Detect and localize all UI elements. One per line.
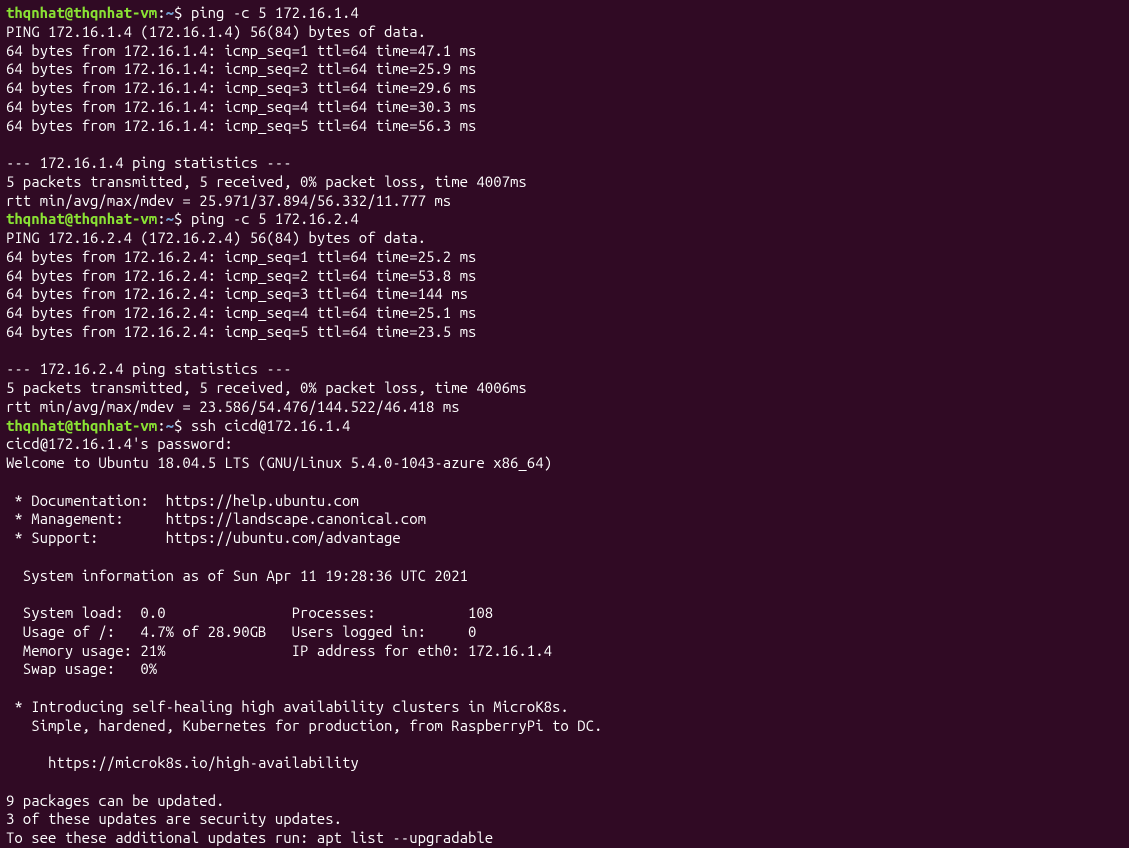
ssh-output-line: Welcome to Ubuntu 18.04.5 LTS (GNU/Linux… xyxy=(6,454,1123,473)
ping-output-line: 64 bytes from 172.16.1.4: icmp_seq=5 ttl… xyxy=(6,117,1123,136)
prompt-dollar: $ xyxy=(174,417,191,434)
prompt-path: ~ xyxy=(166,417,174,434)
ping-output-line: 64 bytes from 172.16.2.4: icmp_seq=2 ttl… xyxy=(6,267,1123,286)
ping-output-line: --- 172.16.2.4 ping statistics --- xyxy=(6,360,1123,379)
ssh-output-line xyxy=(6,735,1123,754)
ssh-output-line: 9 packages can be updated. xyxy=(6,792,1123,811)
ssh-output-line: cicd@172.16.1.4's password: xyxy=(6,435,1123,454)
ping-output-line: PING 172.16.2.4 (172.16.2.4) 56(84) byte… xyxy=(6,229,1123,248)
ssh-output-line: * Documentation: https://help.ubuntu.com xyxy=(6,492,1123,511)
ssh-output-line: System load: 0.0 Processes: 108 xyxy=(6,604,1123,623)
ssh-output-line: Simple, hardened, Kubernetes for product… xyxy=(6,717,1123,736)
ping-output-line: 64 bytes from 172.16.2.4: icmp_seq=3 ttl… xyxy=(6,285,1123,304)
ssh-output-line: https://microk8s.io/high-availability xyxy=(6,754,1123,773)
prompt-user-host: thqnhat@thqnhat-vm xyxy=(6,4,157,21)
ping-output-line: rtt min/avg/max/mdev = 23.586/54.476/144… xyxy=(6,398,1123,417)
ssh-output-line: Swap usage: 0% xyxy=(6,660,1123,679)
ping-output-line xyxy=(6,135,1123,154)
ssh-output-line: * Introducing self-healing high availabi… xyxy=(6,698,1123,717)
prompt-colon: : xyxy=(157,210,165,227)
ssh-output-line: * Support: https://ubuntu.com/advantage xyxy=(6,529,1123,548)
ping-output-line: 64 bytes from 172.16.2.4: icmp_seq=5 ttl… xyxy=(6,323,1123,342)
ssh-output-line xyxy=(6,585,1123,604)
ssh-output-line: Usage of /: 4.7% of 28.90GB Users logged… xyxy=(6,623,1123,642)
ssh-output-line xyxy=(6,773,1123,792)
prompt-line-3: thqnhat@thqnhat-vm:~$ ssh cicd@172.16.1.… xyxy=(6,417,1123,436)
command-text: ssh cicd@172.16.1.4 xyxy=(191,417,351,434)
ping-output-line: 64 bytes from 172.16.2.4: icmp_seq=1 ttl… xyxy=(6,248,1123,267)
prompt-user-host: thqnhat@thqnhat-vm xyxy=(6,210,157,227)
ping-output-line: PING 172.16.1.4 (172.16.1.4) 56(84) byte… xyxy=(6,23,1123,42)
ping-output-line: 5 packets transmitted, 5 received, 0% pa… xyxy=(6,173,1123,192)
ping-output-line: --- 172.16.1.4 ping statistics --- xyxy=(6,154,1123,173)
command-text: ping -c 5 172.16.1.4 xyxy=(191,4,359,21)
ssh-output-line: Memory usage: 21% IP address for eth0: 1… xyxy=(6,642,1123,661)
prompt-colon: : xyxy=(157,417,165,434)
prompt-line-2: thqnhat@thqnhat-vm:~$ ping -c 5 172.16.2… xyxy=(6,210,1123,229)
prompt-path: ~ xyxy=(166,210,174,227)
ping-output-line: 64 bytes from 172.16.1.4: icmp_seq=4 ttl… xyxy=(6,98,1123,117)
ssh-output-line: * Management: https://landscape.canonica… xyxy=(6,510,1123,529)
command-text: ping -c 5 172.16.2.4 xyxy=(191,210,359,227)
terminal[interactable]: thqnhat@thqnhat-vm:~$ ping -c 5 172.16.1… xyxy=(6,4,1123,848)
ping-output-line: 64 bytes from 172.16.1.4: icmp_seq=3 ttl… xyxy=(6,79,1123,98)
prompt-colon: : xyxy=(157,4,165,21)
prompt-dollar: $ xyxy=(174,210,191,227)
ping-output-line: 5 packets transmitted, 5 received, 0% pa… xyxy=(6,379,1123,398)
ssh-output-line xyxy=(6,679,1123,698)
ping-output-line: 64 bytes from 172.16.1.4: icmp_seq=1 ttl… xyxy=(6,42,1123,61)
ssh-output-line xyxy=(6,548,1123,567)
prompt-path: ~ xyxy=(166,4,174,21)
prompt-dollar: $ xyxy=(174,4,191,21)
ping-output-line: 64 bytes from 172.16.2.4: icmp_seq=4 ttl… xyxy=(6,304,1123,323)
ssh-output-line: System information as of Sun Apr 11 19:2… xyxy=(6,567,1123,586)
ssh-output-line: To see these additional updates run: apt… xyxy=(6,829,1123,848)
ssh-output-line xyxy=(6,473,1123,492)
ping-output-line xyxy=(6,342,1123,361)
prompt-user-host: thqnhat@thqnhat-vm xyxy=(6,417,157,434)
ping-output-line: 64 bytes from 172.16.1.4: icmp_seq=2 ttl… xyxy=(6,60,1123,79)
prompt-line-1: thqnhat@thqnhat-vm:~$ ping -c 5 172.16.1… xyxy=(6,4,1123,23)
ping-output-line: rtt min/avg/max/mdev = 25.971/37.894/56.… xyxy=(6,192,1123,211)
